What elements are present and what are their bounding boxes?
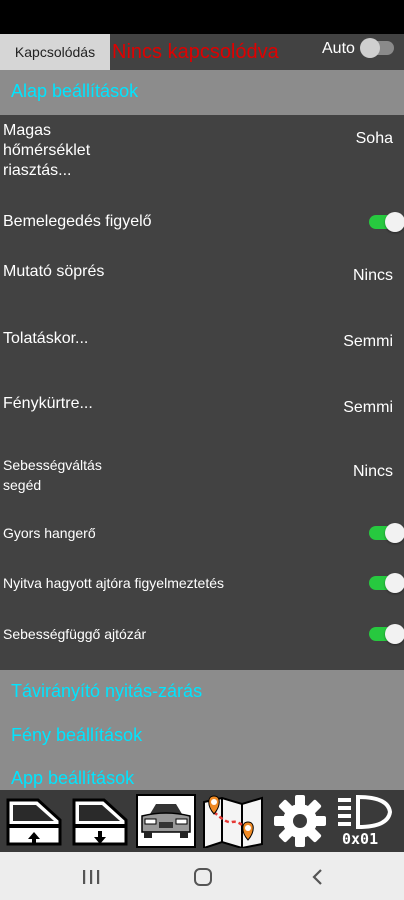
- setting-reverse-label: Tolatáskor...: [3, 330, 89, 347]
- setting-high-temp-label: Magas hőmérséklet riasztás...: [3, 121, 90, 181]
- setting-headlight-label: Fénykürtre...: [3, 395, 93, 412]
- setting-shift-assist-value: Nincs: [352, 463, 393, 480]
- map-button[interactable]: [202, 794, 264, 850]
- light-code-label: 0x01: [342, 830, 379, 848]
- toggle-knob: [360, 38, 380, 58]
- map-icon: [203, 795, 263, 850]
- light-button[interactable]: 0x01: [334, 794, 398, 848]
- section-app[interactable]: App beállítások: [11, 768, 134, 789]
- back-icon: [312, 869, 322, 885]
- connect-button[interactable]: Kapcsolódás: [0, 34, 110, 70]
- label-line: Sebességváltás: [3, 457, 102, 473]
- setting-gauge-sweep-label: Mutató söprés: [3, 263, 105, 280]
- setting-door-warning[interactable]: Nyitva hagyott ajtóra figyelmeztetés: [0, 570, 404, 596]
- window-down-icon: [72, 798, 128, 846]
- gear-icon: [274, 795, 326, 847]
- headlight-icon: [338, 794, 393, 830]
- settings-list: Magas hőmérséklet riasztás... Soha Bemel…: [0, 115, 404, 670]
- quick-volume-toggle[interactable]: [369, 523, 404, 543]
- section-basic-label: Alap beállítások: [11, 81, 139, 101]
- setting-speed-lock-label: Sebességfüggő ajtózár: [3, 626, 147, 642]
- label-line: riasztás...: [3, 162, 72, 179]
- setting-quick-volume-label: Gyors hangerő: [3, 525, 96, 541]
- home-button[interactable]: [188, 862, 218, 892]
- setting-reverse[interactable]: Tolatáskor... Semmi: [0, 325, 404, 355]
- setting-quick-volume[interactable]: Gyors hangerő: [0, 520, 404, 546]
- section-basic-settings[interactable]: Alap beállítások: [0, 70, 404, 115]
- recent-apps-button[interactable]: [76, 862, 106, 892]
- setting-gauge-sweep[interactable]: Mutató söprés Nincs: [0, 262, 404, 292]
- setting-warmup-label: Bemelegedés figyelő: [3, 213, 152, 230]
- warmup-toggle[interactable]: [369, 212, 404, 232]
- settings-button[interactable]: [270, 794, 330, 848]
- window-up-icon: [6, 798, 62, 846]
- status-bar: [0, 0, 404, 34]
- label-line: Magas: [3, 122, 52, 139]
- back-button[interactable]: [302, 862, 332, 892]
- setting-high-temp-value: Soha: [355, 130, 393, 147]
- window-up-button[interactable]: [4, 794, 64, 848]
- section-remote[interactable]: Távirányító nyitás-zárás: [11, 681, 202, 702]
- setting-shift-assist[interactable]: Sebességváltás segéd Nincs: [0, 455, 404, 495]
- section-light[interactable]: Fény beállítások: [11, 725, 142, 746]
- toggle-knob: [385, 573, 404, 593]
- setting-door-warning-label: Nyitva hagyott ajtóra figyelmeztetés: [3, 575, 224, 591]
- setting-warmup[interactable]: Bemelegedés figyelő: [0, 207, 404, 237]
- label-line: segéd: [3, 477, 42, 493]
- setting-shift-assist-label: Sebességváltás segéd: [3, 455, 102, 495]
- auto-toggle[interactable]: [360, 38, 394, 58]
- toggle-knob: [385, 523, 404, 543]
- speed-lock-toggle[interactable]: [369, 624, 404, 644]
- setting-reverse-value: Semmi: [343, 333, 393, 350]
- toggle-knob: [385, 212, 404, 232]
- recent-apps-icon: [83, 870, 100, 884]
- auto-label: Auto: [322, 40, 355, 57]
- car-button[interactable]: [136, 794, 196, 848]
- toggle-knob: [385, 624, 404, 644]
- more-sections: Távirányító nyitás-zárás Fény beállításo…: [0, 670, 404, 790]
- door-warning-toggle[interactable]: [369, 573, 404, 593]
- connection-status: Nincs kapcsolódva: [112, 41, 279, 63]
- setting-headlight-value: Semmi: [343, 399, 393, 416]
- car-front-icon: [136, 794, 196, 848]
- home-icon: [194, 868, 212, 886]
- label-line: hőmérséklet: [3, 142, 91, 159]
- setting-high-temp[interactable]: Magas hőmérséklet riasztás... Soha: [0, 115, 404, 190]
- setting-gauge-sweep-value: Nincs: [352, 267, 393, 284]
- setting-speed-lock[interactable]: Sebességfüggő ajtózár: [0, 621, 404, 647]
- window-down-button[interactable]: [70, 794, 130, 848]
- setting-headlight-flash[interactable]: Fénykürtre... Semmi: [0, 391, 404, 421]
